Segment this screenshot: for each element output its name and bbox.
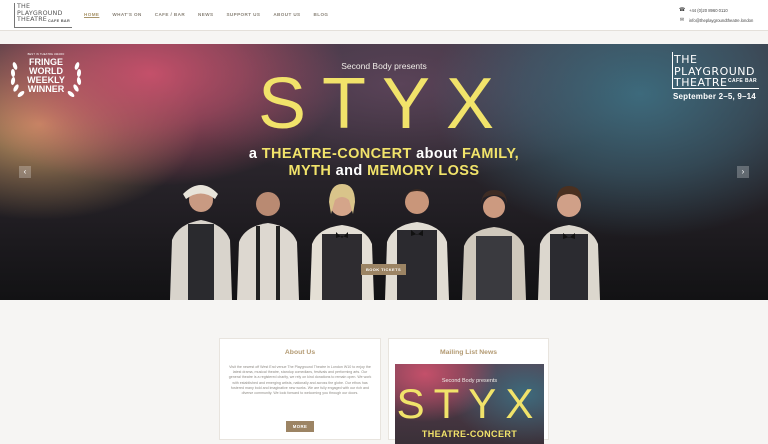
slider-next-arrow-icon[interactable]: › <box>737 166 749 178</box>
nav-item-support-us[interactable]: SUPPORT US <box>226 12 260 17</box>
slider-prev-arrow-icon[interactable]: ‹ <box>19 166 31 178</box>
about-text: Visit the newest off West End venue The … <box>228 365 372 396</box>
contact-phone: +44 (0)20 8960 0110 <box>689 7 728 13</box>
logo-line-cafe-bar: CAFE BAR <box>47 19 70 23</box>
nav-item-news[interactable]: NEWS <box>198 12 213 17</box>
phone-icon: ☎ <box>679 7 686 13</box>
tagline-memory-loss: MEMORY LOSS <box>367 163 480 179</box>
newsletter-poster[interactable]: Second Body presents STYX THEATRE-CONCER… <box>395 364 544 444</box>
nav-item-whats-on[interactable]: WHAT'S ON <box>112 12 141 17</box>
site-header: THE PLAYGROUND THEATRE CAFE BAR HOME WHA… <box>0 0 768 31</box>
hero-tagline-line1: a THEATRE-CONCERT about FAMILY, <box>0 146 768 162</box>
nav-item-blog[interactable]: BLOG <box>314 12 329 17</box>
show-dates: September 2–5, 9–14 <box>673 92 756 101</box>
tagline-theatre-concert: THEATRE-CONCERT <box>261 146 412 162</box>
tagline-about: about <box>411 146 463 162</box>
poster-title: STYX <box>396 380 543 427</box>
nav-item-about-us[interactable]: ABOUT US <box>273 12 300 17</box>
contact-email: info@theplaygroundtheatre.london <box>689 17 754 23</box>
tagline-family: FAMILY, <box>462 146 520 162</box>
tagline-and: and <box>331 163 368 179</box>
about-card: About Us Visit the newest off West End v… <box>219 338 381 440</box>
contact-email-row[interactable]: ✉ info@theplaygroundtheatre.london <box>679 15 753 25</box>
venue-logo: THE PLAYGROUND THEATRE CAFE BAR Septembe… <box>671 52 762 102</box>
more-button[interactable]: MORE <box>286 421 314 432</box>
contact-info: ☎ +44 (0)20 8960 0110 ✉ info@theplaygrou… <box>679 5 753 25</box>
mailing-list-card: Mailing List News Second Body presents S… <box>388 338 549 444</box>
envelope-icon: ✉ <box>679 17 685 23</box>
mailing-list-title: Mailing List News <box>439 349 498 356</box>
tagline-myth: MYTH <box>288 163 332 179</box>
book-tickets-button[interactable]: BOOK TICKETS <box>361 264 406 275</box>
nav-item-cafe-bar[interactable]: CAFE / BAR <box>155 12 185 17</box>
about-title: About Us <box>284 349 316 356</box>
poster-tagline: THEATRE-CONCERT <box>421 429 518 439</box>
venue-logo-theatre: THEATRE <box>674 76 728 89</box>
tagline-a: a <box>248 146 262 162</box>
hero-slider: BEST IN THEATRE AWARD FRINGE WORLD WEEKL… <box>0 44 768 300</box>
hero-title: STYX <box>257 64 511 144</box>
nav-item-home[interactable]: HOME <box>84 12 99 17</box>
hero-tagline-line2: MYTH and MEMORY LOSS <box>0 163 768 179</box>
site-logo[interactable]: THE PLAYGROUND THEATRE CAFE BAR <box>14 3 72 28</box>
contact-phone-row[interactable]: ☎ +44 (0)20 8960 0110 <box>679 5 753 15</box>
logo-word-theatre: THEATRE <box>17 16 47 23</box>
logo-line-the: THE <box>17 3 31 10</box>
venue-logo-cafe-bar: CAFE BAR <box>727 78 757 84</box>
main-nav: HOME WHAT'S ON CAFE / BAR NEWS SUPPORT U… <box>84 12 341 17</box>
